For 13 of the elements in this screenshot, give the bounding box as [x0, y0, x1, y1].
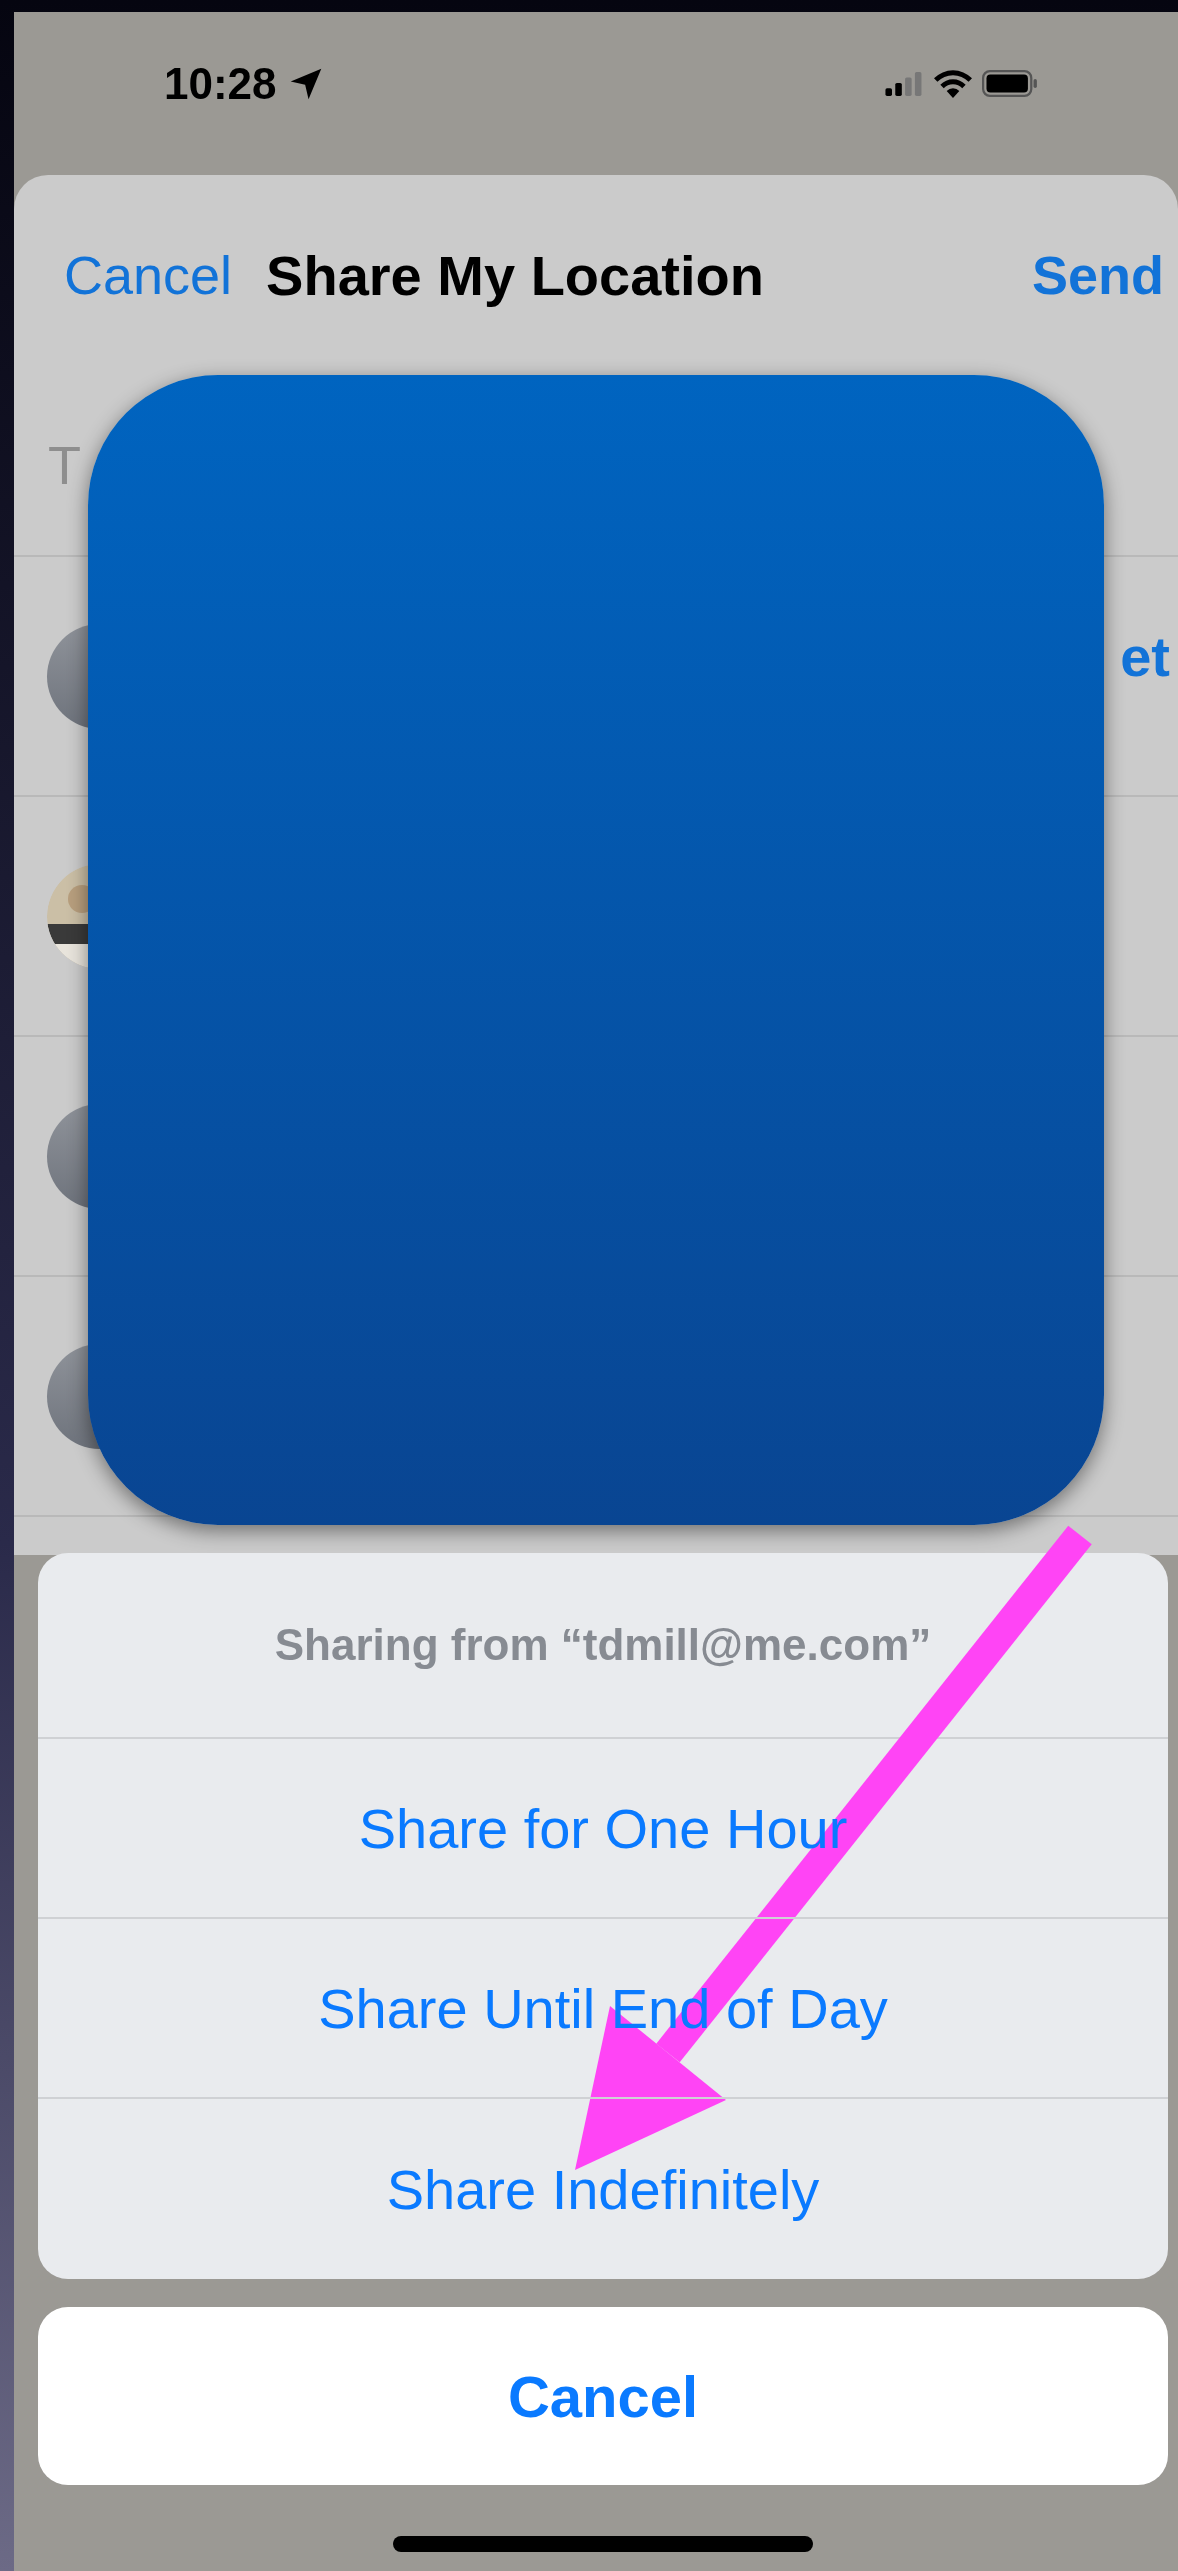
location-arrow-icon: [288, 66, 323, 101]
battery-icon: [982, 70, 1038, 97]
to-label: T: [48, 434, 81, 496]
wifi-icon: [934, 69, 972, 98]
cancel-button[interactable]: Cancel: [64, 244, 233, 306]
signal-icon: [884, 71, 924, 96]
sheet-title: Share My Location: [266, 242, 764, 308]
cancel-button[interactable]: Cancel: [38, 2307, 1168, 2485]
status-time: 10:28: [164, 58, 277, 109]
contact-action[interactable]: et: [1120, 623, 1170, 689]
share-option[interactable]: Share Indefinitely: [38, 2099, 1168, 2279]
action-sheet-title: Sharing from “tdmill@me.com”: [274, 1620, 932, 1670]
send-button[interactable]: Send: [1031, 244, 1164, 306]
